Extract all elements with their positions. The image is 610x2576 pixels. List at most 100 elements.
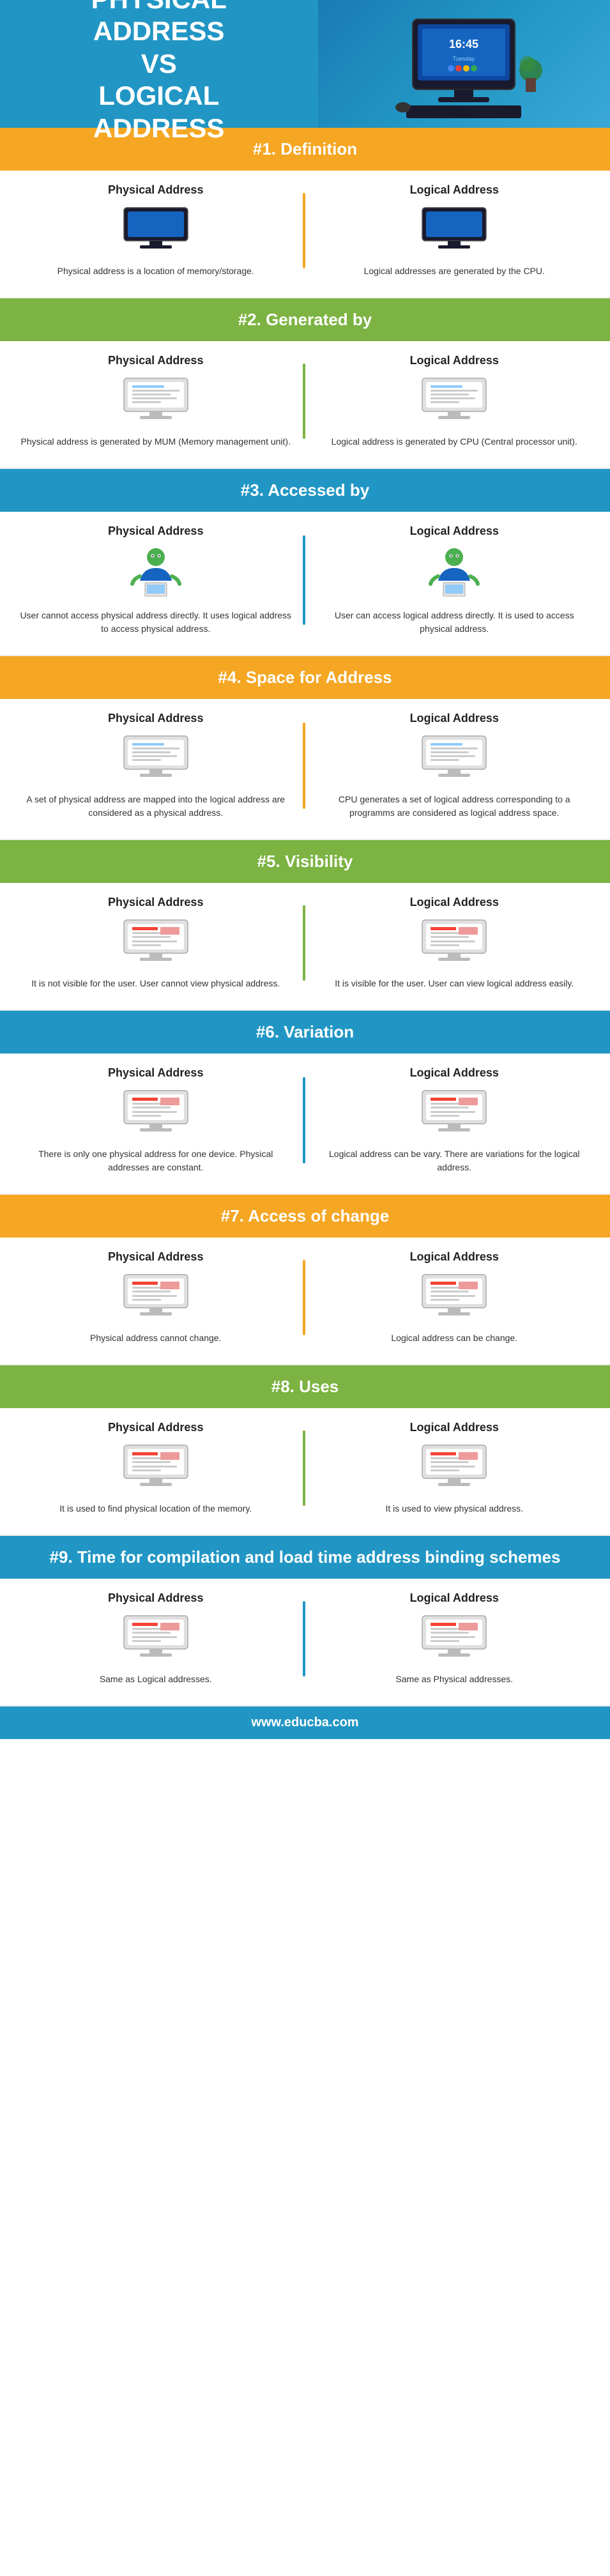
- section-header-visibility: #5. Visibility: [0, 840, 610, 883]
- logical-icon: [419, 917, 489, 968]
- section-wrapper-definition: #1. Definition Physical Address Physical…: [0, 128, 610, 298]
- logical-half-accessed-by: Logical Address User can access logical …: [305, 525, 604, 636]
- logical-title: Logical Address: [410, 1250, 499, 1264]
- physical-text: User cannot access physical address dire…: [19, 609, 293, 636]
- section-content-definition: Physical Address Physical address is a l…: [0, 171, 610, 297]
- monitor-basic-icon: [419, 204, 489, 252]
- person-icon: [425, 546, 483, 597]
- logical-half-space: Logical Address CPU generates a set of l…: [305, 712, 604, 820]
- physical-title: Physical Address: [108, 183, 203, 197]
- physical-title: Physical Address: [108, 1421, 203, 1434]
- footer: www.educba.com: [0, 1706, 610, 1739]
- monitor-colored-icon: [121, 1613, 191, 1660]
- monitor-colored-icon: [419, 1271, 489, 1319]
- logical-text: Logical addresses are generated by the C…: [364, 264, 545, 278]
- logical-title: Logical Address: [410, 1421, 499, 1434]
- section-content-generated-by: Physical Address Physical address is gen…: [0, 341, 610, 468]
- logical-icon: [419, 1613, 489, 1664]
- physical-icon: [121, 1087, 191, 1138]
- logical-icon: [419, 1271, 489, 1322]
- monitor-colored-icon: [121, 1442, 191, 1490]
- logical-half-definition: Logical Address Logical addresses are ge…: [305, 183, 604, 278]
- section-wrapper-access-change: #7. Access of change Physical Address Ph…: [0, 1195, 610, 1365]
- monitor-colored-icon: [121, 1271, 191, 1319]
- logical-title: Logical Address: [410, 1591, 499, 1605]
- physical-title: Physical Address: [108, 712, 203, 725]
- logical-title: Logical Address: [410, 896, 499, 909]
- computer-desk-svg: 16:45 Tuesday: [374, 6, 553, 121]
- logical-title: Logical Address: [410, 525, 499, 538]
- svg-text:16:45: 16:45: [449, 38, 478, 50]
- logical-icon: [419, 204, 489, 256]
- physical-title: Physical Address: [108, 1066, 203, 1080]
- physical-icon: [121, 204, 191, 256]
- section-wrapper-variation: #6. Variation Physical Address There is …: [0, 1011, 610, 1195]
- logical-text: It is used to view physical address.: [385, 1502, 523, 1515]
- section-wrapper-space: #4. Space for Address Physical Address A…: [0, 656, 610, 840]
- section-content-access-change: Physical Address Physical address cannot…: [0, 1238, 610, 1364]
- monitor-colored-icon: [121, 1087, 191, 1135]
- logical-icon: [419, 375, 489, 426]
- physical-half-uses: Physical Address It is used to find phys…: [6, 1421, 305, 1515]
- section-header-variation: #6. Variation: [0, 1011, 610, 1054]
- physical-title: Physical Address: [108, 525, 203, 538]
- logical-half-variation: Logical Address Logical address can be v…: [305, 1066, 604, 1174]
- logical-text: Logical address can be change.: [391, 1331, 517, 1345]
- monitor-doc-icon: [419, 733, 489, 781]
- section-header-space: #4. Space for Address: [0, 656, 610, 699]
- physical-title: Physical Address: [108, 896, 203, 909]
- section-wrapper-time: #9. Time for compilation and load time a…: [0, 1536, 610, 1706]
- physical-title: Physical Address: [108, 1250, 203, 1264]
- desk-illustration: 16:45 Tuesday: [318, 0, 610, 128]
- monitor-doc-icon: [121, 733, 191, 781]
- section-header-uses: #8. Uses: [0, 1365, 610, 1408]
- physical-text: It is not visible for the user. User can…: [31, 977, 280, 990]
- monitor-colored-icon: [419, 1442, 489, 1490]
- section-header-time: #9. Time for compilation and load time a…: [0, 1536, 610, 1579]
- logical-title: Logical Address: [410, 183, 499, 197]
- logical-text: User can access logical address directly…: [318, 609, 591, 636]
- physical-text: There is only one physical address for o…: [19, 1147, 293, 1174]
- physical-icon: [121, 733, 191, 784]
- physical-icon: [121, 1271, 191, 1322]
- logical-text: It is visible for the user. User can vie…: [335, 977, 574, 990]
- logical-half-uses: Logical Address It is used to view physi…: [305, 1421, 604, 1515]
- logical-title: Logical Address: [410, 1066, 499, 1080]
- section-wrapper-uses: #8. Uses Physical Address It is used to …: [0, 1365, 610, 1536]
- person-icon: [127, 546, 185, 597]
- physical-title: Physical Address: [108, 1591, 203, 1605]
- physical-text: Physical address is generated by MUM (Me…: [20, 435, 291, 448]
- physical-icon: [121, 1442, 191, 1493]
- physical-half-generated-by: Physical Address Physical address is gen…: [6, 354, 305, 448]
- physical-text: Physical address cannot change.: [90, 1331, 221, 1345]
- section-content-variation: Physical Address There is only one physi…: [0, 1054, 610, 1193]
- section-content-accessed-by: Physical Address User cannot access phys…: [0, 512, 610, 655]
- logical-icon: [419, 1442, 489, 1493]
- physical-half-space: Physical Address A set of physical addre…: [6, 712, 305, 820]
- page-title: PhysicalAddressvsLogicalAddress: [91, 0, 227, 144]
- physical-text: Same as Logical addresses.: [100, 1673, 212, 1686]
- logical-half-access-change: Logical Address Logical address can be c…: [305, 1250, 604, 1345]
- physical-icon: [127, 546, 185, 600]
- logical-icon: [425, 546, 483, 600]
- physical-title: Physical Address: [108, 354, 203, 367]
- section-header-generated-by: #2. Generated by: [0, 298, 610, 341]
- logical-icon: [419, 733, 489, 784]
- logical-text: Logical address can be vary. There are v…: [318, 1147, 591, 1174]
- section-header-accessed-by: #3. Accessed by: [0, 469, 610, 512]
- svg-text:Tuesday: Tuesday: [453, 56, 475, 62]
- logical-title: Logical Address: [410, 712, 499, 725]
- footer-text: www.educba.com: [251, 1715, 358, 1729]
- section-content-space: Physical Address A set of physical addre…: [0, 699, 610, 839]
- section-wrapper-generated-by: #2. Generated by Physical Address Physic…: [0, 298, 610, 469]
- section-wrapper-visibility: #5. Visibility Physical Address It is no…: [0, 840, 610, 1011]
- header-title-block: PhysicalAddressvsLogicalAddress: [0, 0, 318, 128]
- section-content-time: Physical Address Same as Logical address…: [0, 1579, 610, 1705]
- section-wrapper-accessed-by: #3. Accessed by Physical Address User ca…: [0, 469, 610, 656]
- monitor-doc-icon: [121, 375, 191, 423]
- section-content-visibility: Physical Address It is not visible for t…: [0, 883, 610, 1009]
- logical-half-time: Logical Address Same as Physical address…: [305, 1591, 604, 1686]
- physical-icon: [121, 375, 191, 426]
- physical-half-definition: Physical Address Physical address is a l…: [6, 183, 305, 278]
- monitor-colored-icon: [419, 1087, 489, 1135]
